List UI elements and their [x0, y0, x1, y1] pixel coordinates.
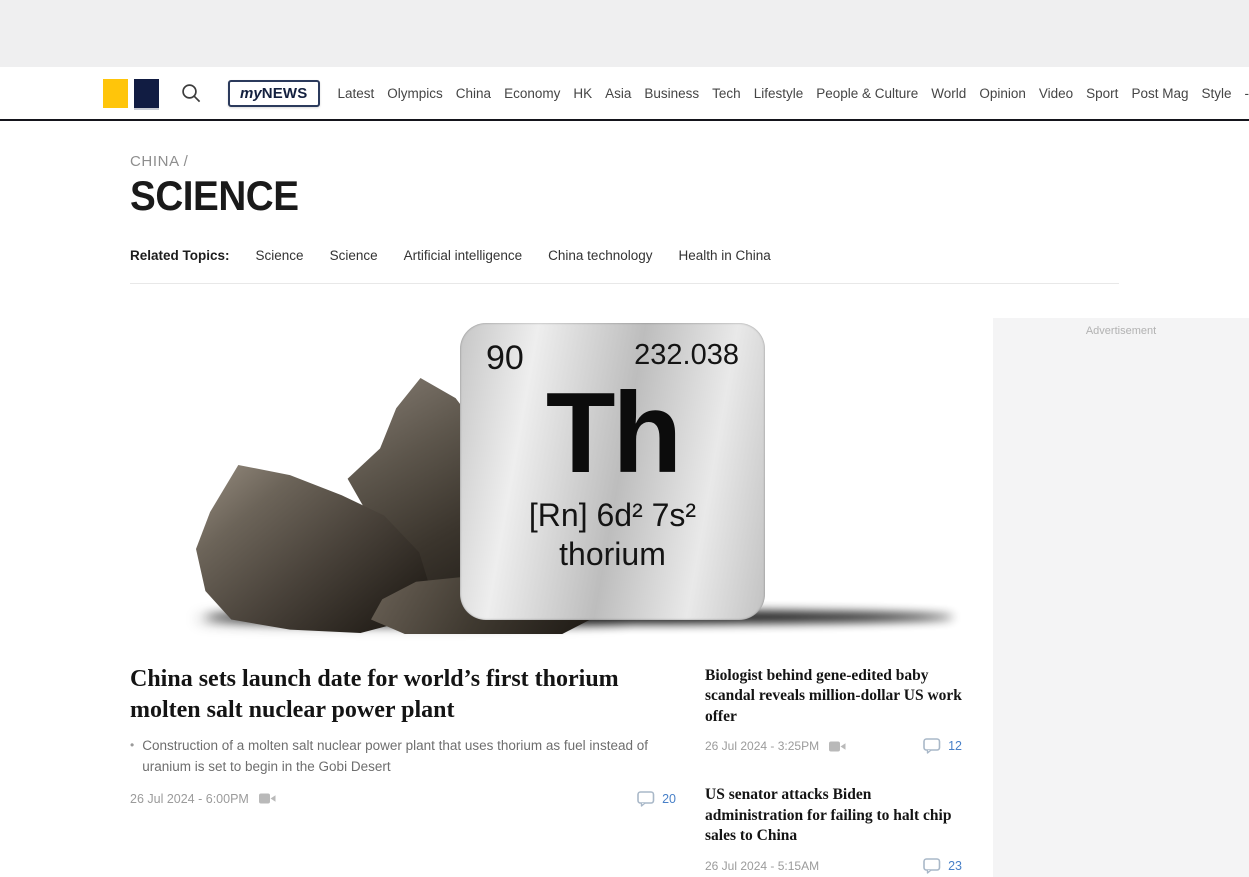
topic-ai[interactable]: Artificial intelligence — [404, 248, 523, 263]
page-title: SCIENCE — [130, 172, 299, 220]
mynews-news: NEWS — [262, 85, 308, 102]
video-icon — [259, 793, 276, 804]
search-icon — [181, 83, 202, 104]
main-article-timestamp: 26 Jul 2024 - 6:00PM — [130, 792, 249, 806]
main-article-comments[interactable]: 20 — [637, 791, 676, 807]
main-article-headline[interactable]: China sets launch date for world’s first… — [130, 664, 650, 725]
nav-item-economy[interactable]: Economy — [504, 86, 560, 101]
side-article-2-comment-count: 23 — [948, 859, 962, 873]
side-article-1-meta: 26 Jul 2024 - 3:25PM 12 — [705, 738, 962, 754]
side-column: Biologist behind gene-edited baby scanda… — [705, 666, 962, 874]
summary-bullet: • — [130, 736, 134, 777]
comment-icon — [923, 738, 941, 754]
side-article-1-comment-count: 12 — [948, 739, 962, 753]
section-divider — [130, 283, 1119, 284]
advertisement-label: Advertisement — [993, 318, 1249, 337]
nav-item-olympics[interactable]: Olympics — [387, 86, 443, 101]
nav-item-style[interactable]: Style — [1201, 86, 1231, 101]
side-article-1-comments[interactable]: 12 — [923, 738, 962, 754]
nav-item-world[interactable]: World — [931, 86, 966, 101]
nav-item-asia[interactable]: Asia — [605, 86, 631, 101]
element-name: thorium — [460, 536, 765, 573]
nav-item-video[interactable]: Video — [1039, 86, 1073, 101]
element-symbol: Th — [460, 382, 765, 487]
nav-item-postmag[interactable]: Post Mag — [1131, 86, 1188, 101]
search-button[interactable] — [181, 83, 202, 104]
nav-item-hk[interactable]: HK — [573, 86, 592, 101]
side-article-1: Biologist behind gene-edited baby scanda… — [705, 666, 962, 754]
advertisement-slot: Advertisement — [993, 318, 1249, 877]
periodic-table-tile: 90 232.038 Th [Rn] 6d² 7s² thorium — [460, 323, 765, 620]
side-article-1-timestamp: 26 Jul 2024 - 3:25PM — [705, 739, 819, 753]
logo-navy-bar — [134, 79, 159, 108]
breadcrumb[interactable]: CHINA / — [130, 153, 188, 170]
topic-science-2[interactable]: Science — [330, 248, 378, 263]
nav-item-sport[interactable]: Sport — [1086, 86, 1118, 101]
side-article-2-meta: 26 Jul 2024 - 5:15AM 23 — [705, 858, 962, 874]
main-article: China sets launch date for world’s first… — [130, 664, 676, 807]
nav-item-people-culture[interactable]: People & Culture — [816, 86, 918, 101]
related-topics: Related Topics: Science Science Artifici… — [130, 248, 771, 263]
side-article-2: US senator attacks Biden administration … — [705, 785, 962, 873]
scmp-logo[interactable] — [103, 79, 159, 108]
topic-china-technology[interactable]: China technology — [548, 248, 652, 263]
top-band — [0, 0, 1249, 67]
nav-item-lifestyle[interactable]: Lifestyle — [754, 86, 804, 101]
comment-icon — [637, 791, 655, 807]
logo-yellow-bar — [103, 79, 128, 108]
header: myNEWS Latest Olympics China Economy HK … — [0, 67, 1249, 121]
atomic-number: 90 — [486, 339, 524, 378]
main-article-comment-count: 20 — [662, 792, 676, 806]
main-nav: Latest Olympics China Economy HK Asia Bu… — [338, 86, 1249, 101]
main-article-meta: 26 Jul 2024 - 6:00PM 20 — [130, 791, 676, 807]
nav-item-china[interactable]: China — [456, 86, 491, 101]
related-topics-label: Related Topics: — [130, 248, 230, 263]
main-article-summary: Construction of a molten salt nuclear po… — [142, 736, 658, 777]
video-icon — [829, 741, 846, 752]
nav-item-latest[interactable]: Latest — [338, 86, 375, 101]
main-article-summary-row: • Construction of a molten salt nuclear … — [130, 736, 658, 777]
nav-item-tech[interactable]: Tech — [712, 86, 741, 101]
nav-item-business[interactable]: Business — [644, 86, 699, 101]
hero-image-thorium[interactable]: 90 232.038 Th [Rn] 6d² 7s² thorium — [196, 310, 962, 636]
nav-item-dash: - — [1244, 86, 1249, 101]
side-article-1-headline[interactable]: Biologist behind gene-edited baby scanda… — [705, 666, 962, 727]
mynews-my: my — [240, 85, 262, 102]
topic-health-in-china[interactable]: Health in China — [678, 248, 770, 263]
nav-item-opinion[interactable]: Opinion — [979, 86, 1026, 101]
electron-config: [Rn] 6d² 7s² — [460, 497, 765, 534]
side-article-2-headline[interactable]: US senator attacks Biden administration … — [705, 785, 962, 846]
page: myNEWS Latest Olympics China Economy HK … — [0, 0, 1249, 877]
topic-science-1[interactable]: Science — [256, 248, 304, 263]
side-article-2-comments[interactable]: 23 — [923, 858, 962, 874]
comment-icon — [923, 858, 941, 874]
mynews-button[interactable]: myNEWS — [228, 80, 320, 107]
side-article-2-timestamp: 26 Jul 2024 - 5:15AM — [705, 859, 819, 873]
